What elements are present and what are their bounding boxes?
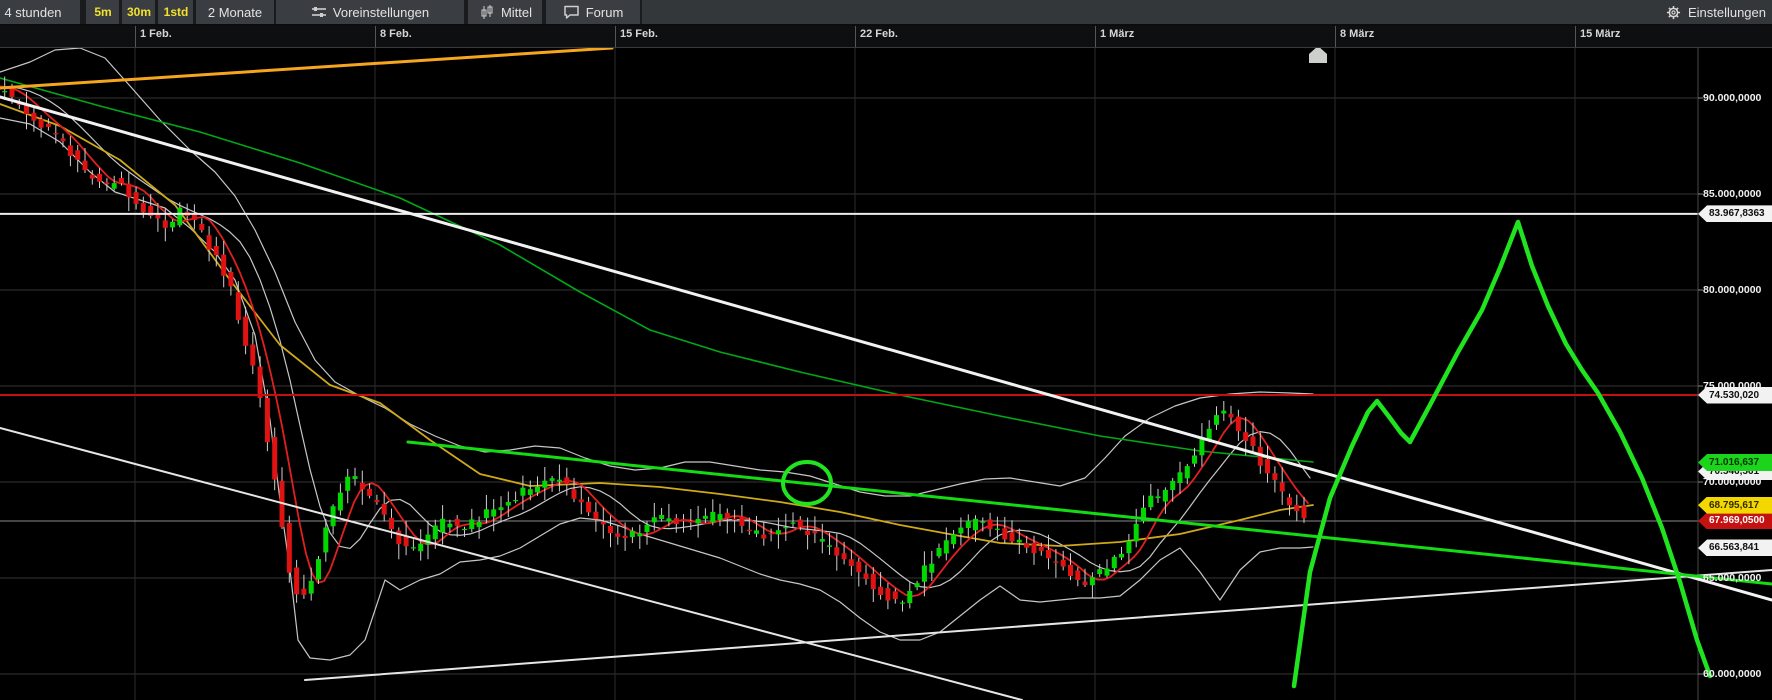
settings-button[interactable]: Einstellungen: [1666, 0, 1766, 24]
forum-button-label: Forum: [586, 5, 624, 20]
date-tick-separator: [1335, 24, 1336, 47]
white-trendline-ascending[interactable]: [305, 570, 1772, 680]
range-2-monate[interactable]: 2 Monate: [196, 0, 274, 24]
mittel-button[interactable]: Mittel: [468, 0, 544, 24]
green-ma-line: [0, 78, 1313, 462]
date-tick-label: 15 Feb.: [620, 28, 658, 40]
red-alert-line-price-badge: 74.530,020: [1698, 387, 1772, 404]
price-gridline-label: 85.000,0000: [1703, 187, 1771, 201]
timeframe-1std[interactable]: 1std: [158, 0, 194, 24]
date-tick-separator: [375, 24, 376, 47]
timeframe-4-stunden-label: 4 stunden: [4, 5, 61, 20]
date-tick-separator: [855, 24, 856, 47]
timeframe-4-stunden[interactable]: 4 stunden: [0, 0, 80, 24]
timeframe-1std-label: 1std: [164, 5, 189, 19]
toolbar-divider: [193, 0, 196, 24]
toolbar: 4 stunden 5m 30m 1std 2 Monate Voreinstellung…: [0, 0, 1772, 26]
range-2-monate-label: 2 Monate: [208, 5, 262, 20]
green-ma-price-badge: 71.016,637: [1698, 454, 1772, 471]
yellow-ma-price-badge: 68.795,617: [1698, 497, 1772, 514]
orange-trendline[interactable]: [0, 48, 612, 88]
horizontal-line-price-badge: 83.967,8363: [1698, 205, 1772, 222]
up-pointer-marker-icon[interactable]: [1309, 46, 1327, 63]
timeframe-5m-label: 5m: [94, 5, 111, 19]
settings-label: Einstellungen: [1688, 5, 1766, 20]
green-projection-line[interactable]: [1294, 222, 1710, 686]
toolbar-divider: [119, 0, 122, 24]
speech-bubble-icon: [563, 5, 580, 19]
forum-button[interactable]: Forum: [546, 0, 640, 24]
mittel-button-label: Mittel: [501, 5, 532, 20]
date-tick-label: 22 Feb.: [860, 28, 898, 40]
price-gridline-label: 65.000,0000: [1703, 571, 1771, 585]
date-tick-label: 8 Feb.: [380, 28, 412, 40]
white-line-price-badge: 66.563,841: [1698, 539, 1772, 556]
timeframe-30m[interactable]: 30m: [122, 0, 156, 24]
voreinstellungen-button[interactable]: Voreinstellungen: [276, 0, 464, 24]
price-gridline-label: 80.000,0000: [1703, 283, 1771, 297]
date-gridlines: [135, 47, 1575, 700]
trading-platform-window: { "toolbar": { "buttons": [ {"id": "time…: [0, 0, 1772, 700]
date-tick-separator: [135, 24, 136, 47]
timeframe-30m-label: 30m: [127, 5, 151, 19]
sliders-icon: [311, 5, 327, 19]
toolbar-divider: [640, 0, 642, 24]
toolbar-divider: [464, 0, 468, 24]
toolbar-divider: [155, 0, 158, 24]
price-axis-pane: [1698, 47, 1772, 700]
chart-canvas[interactable]: [0, 0, 1772, 700]
last-price-badge: 67.969,0500: [1698, 512, 1772, 529]
toolbar-divider: [542, 0, 546, 24]
date-tick-label: 8 März: [1340, 28, 1374, 40]
price-gridline-label: 90.000,0000: [1703, 91, 1771, 105]
timeframe-5m[interactable]: 5m: [86, 0, 120, 24]
toolbar-divider: [274, 0, 276, 24]
date-tick-label: 1 Feb.: [140, 28, 172, 40]
white-trendline-upper[interactable]: [0, 97, 1772, 600]
bollinger-lower-line: [0, 118, 1313, 660]
date-tick-label: 15 März: [1580, 28, 1620, 40]
date-tick-label: 1 März: [1100, 28, 1134, 40]
price-gridline-label: 60.000,0000: [1703, 667, 1771, 681]
voreinstellungen-button-label: Voreinstellungen: [333, 5, 429, 20]
gear-icon: [1666, 5, 1681, 20]
bollinger-middle-line: [0, 86, 1310, 587]
candlestick-icon: [480, 5, 495, 20]
price-gridlines: [0, 98, 1698, 674]
bollinger-upper-line: [0, 48, 1313, 496]
white-trendline-steep[interactable]: [0, 428, 1022, 700]
toolbar-divider: [80, 0, 86, 24]
date-tick-separator: [615, 24, 616, 47]
date-tick-separator: [1095, 24, 1096, 47]
date-tick-separator: [1575, 24, 1576, 47]
date-axis[interactable]: 1 Feb. 8 Feb. 15 Feb. 22 Feb. 1 März 8 März 15…: [0, 24, 1772, 48]
